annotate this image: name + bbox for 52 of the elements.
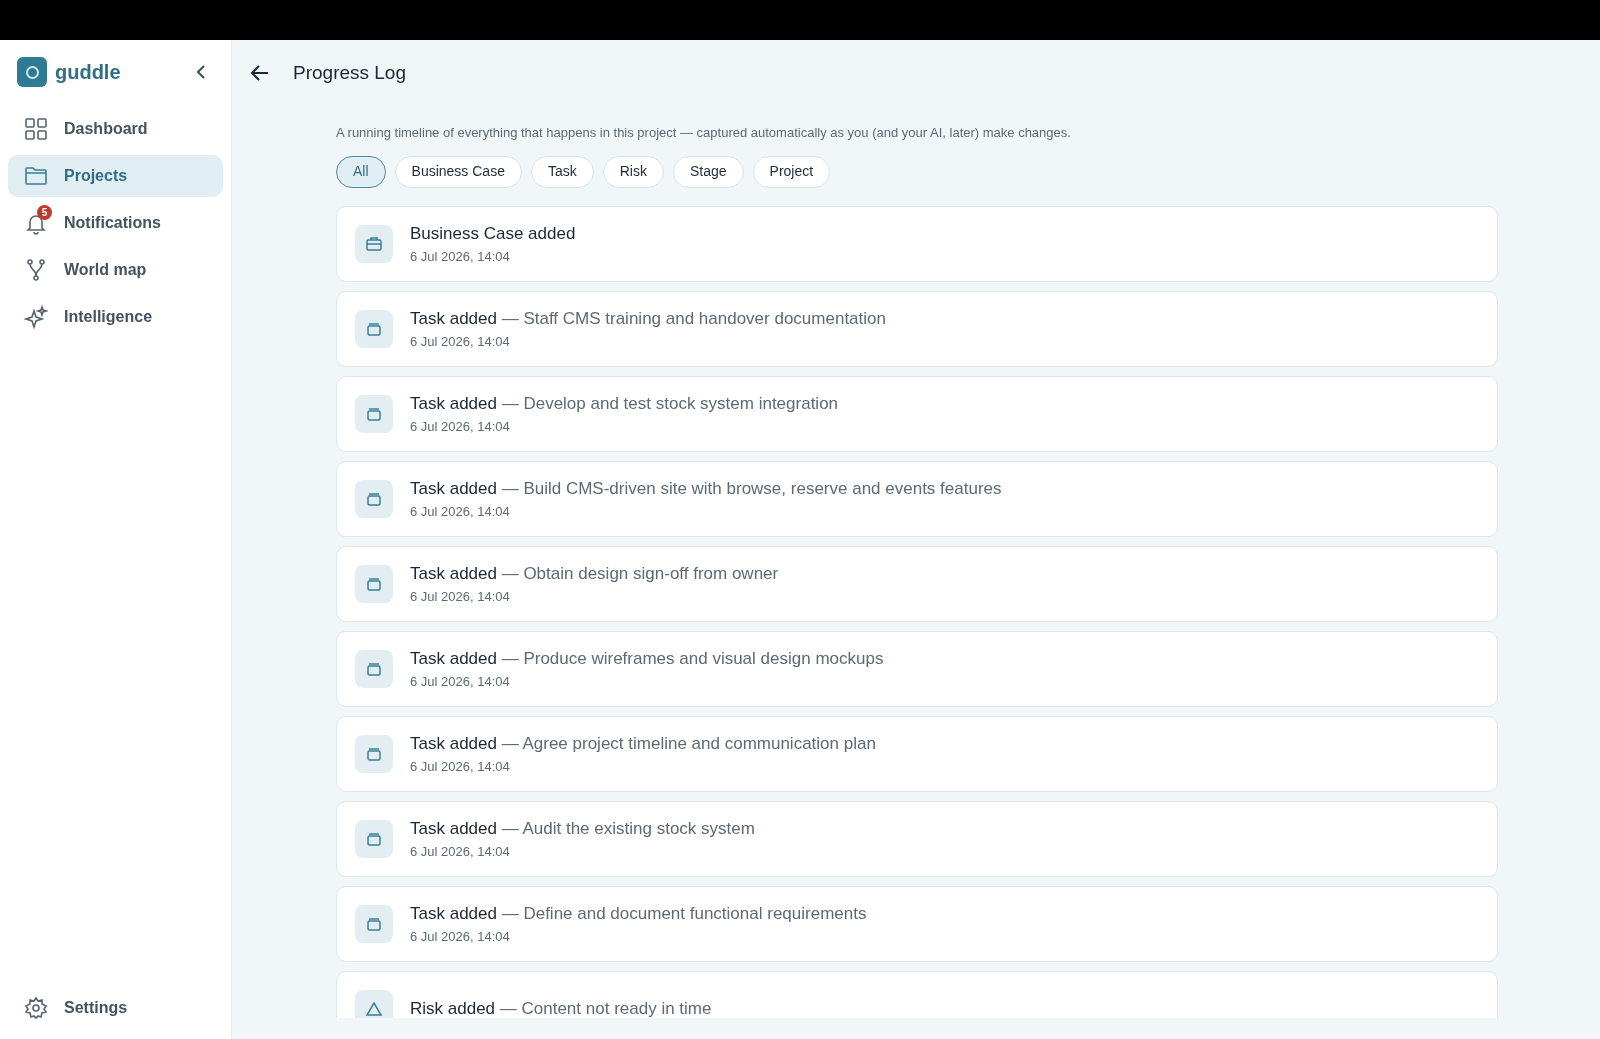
settings-icon xyxy=(24,996,48,1020)
notification-badge: 5 xyxy=(37,205,52,220)
entry-title: Task added — Produce wireframes and visual design mockups xyxy=(410,648,884,671)
tray-icon xyxy=(355,734,393,773)
nav-item[interactable]: Intelligence xyxy=(8,296,223,338)
entry-timestamp: 6 Jul 2026, 14:04 xyxy=(410,417,511,436)
tray-icon xyxy=(355,649,393,688)
entry-timestamp: 6 Jul 2026, 14:04 xyxy=(410,842,511,861)
filter-chip[interactable]: Project xyxy=(752,155,831,188)
entry-title: Task added — Obtain design sign-off from owner xyxy=(410,563,779,586)
filter-chip[interactable]: Task xyxy=(530,155,594,188)
tray-icon xyxy=(355,309,393,348)
tray-icon xyxy=(355,819,393,858)
nav-item[interactable]: 5 Notifications xyxy=(8,202,223,244)
description-text: A running timeline of everything that happens in this project — captured automatically as you (and your AI, later) make changes. xyxy=(336,123,1072,142)
entry-title: Task added — Develop and test stock system integration xyxy=(410,393,839,416)
sparkle-icon xyxy=(24,305,48,329)
filter-chip[interactable]: All xyxy=(336,155,386,188)
branch-icon xyxy=(24,258,48,282)
entry-title: Task added — Build CMS-driven site with browse, reserve and events features xyxy=(410,478,1002,501)
entry-timestamp: 6 Jul 2026, 14:04 xyxy=(410,927,511,946)
entry-timestamp: 6 Jul 2026, 14:04 xyxy=(410,757,511,776)
tray-icon xyxy=(355,904,393,943)
entry-timestamp: 6 Jul 2026, 14:04 xyxy=(410,587,511,606)
collapse-icon[interactable] xyxy=(195,64,207,80)
entry-timestamp: 6 Jul 2026, 14:04 xyxy=(410,672,511,691)
page-title: Progress Log xyxy=(293,60,406,85)
entry-timestamp: 6 Jul 2026, 14:04 xyxy=(410,502,511,521)
nav-item[interactable]: Projects xyxy=(8,155,223,197)
logo-icon xyxy=(17,57,47,87)
nav-item[interactable]: Settings xyxy=(8,987,223,1029)
entry-title: Task added — Staff CMS training and handover documentation xyxy=(410,308,886,331)
brand-name: guddle xyxy=(55,60,121,85)
entry-title: Task added — Agree project timeline and communication plan xyxy=(410,733,876,756)
grid-icon xyxy=(24,117,48,141)
entry-timestamp: 6 Jul 2026, 14:04 xyxy=(410,332,511,351)
filter-chip[interactable]: Stage xyxy=(673,155,744,188)
tray-icon xyxy=(355,564,393,603)
tray-icon xyxy=(355,479,393,518)
nav-item[interactable]: World map xyxy=(8,249,223,291)
back-icon[interactable] xyxy=(250,63,270,82)
entry-title: Task added — Audit the existing stock system xyxy=(410,818,755,841)
entry-title: Risk added — Content not ready in time xyxy=(410,997,712,1018)
filter-chip[interactable]: Business Case xyxy=(394,155,522,188)
briefcase-icon xyxy=(355,224,393,263)
entry-title: Business Case added xyxy=(410,223,576,246)
folder-icon xyxy=(24,164,48,188)
nav-item[interactable]: Dashboard xyxy=(8,108,223,150)
entry-title: Task added — Define and document functional requirements xyxy=(410,903,867,926)
tray-icon xyxy=(355,394,393,433)
filter-chip[interactable]: Risk xyxy=(602,155,664,188)
entry-timestamp: 6 Jul 2026, 14:04 xyxy=(410,247,511,266)
